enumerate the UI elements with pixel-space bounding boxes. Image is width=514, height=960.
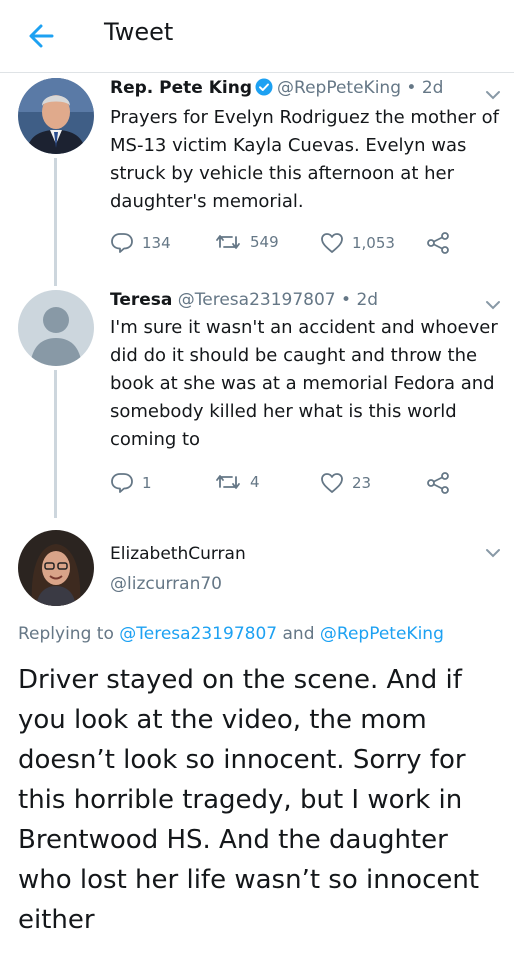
reply-count: 1 xyxy=(142,474,152,492)
like-icon xyxy=(320,232,344,254)
like-button[interactable]: 23 xyxy=(320,472,371,494)
like-count: 1,053 xyxy=(352,234,395,252)
chevron-down-icon[interactable] xyxy=(484,296,502,310)
share-icon xyxy=(426,232,450,254)
author-handle[interactable]: @RepPeteKing xyxy=(277,78,401,98)
retweet-count: 4 xyxy=(250,473,260,491)
back-arrow-icon[interactable] xyxy=(22,18,62,54)
timestamp: • 2d xyxy=(406,78,444,98)
tweet-header: Rep. Pete King @RepPeteKing • 2d xyxy=(110,78,443,101)
tweet-text: I'm sure it wasn't an accident and whoev… xyxy=(110,317,498,450)
like-count: 23 xyxy=(352,474,372,492)
replying-to: Replying to @Teresa23197807 and @RepPete… xyxy=(18,624,444,644)
thread-connector xyxy=(54,158,57,286)
replying-prefix: Replying to xyxy=(18,624,114,644)
reply-icon xyxy=(110,232,134,254)
reply-user-link[interactable]: @RepPeteKing xyxy=(320,624,444,644)
chevron-down-icon[interactable] xyxy=(484,86,502,100)
reply-user-link[interactable]: @Teresa23197807 xyxy=(119,624,277,644)
like-icon xyxy=(320,472,344,494)
share-icon xyxy=(426,472,450,494)
top-bar: Tweet xyxy=(0,0,514,73)
timestamp: • 2d xyxy=(341,290,379,310)
page-title: Tweet xyxy=(104,18,174,46)
share-button[interactable] xyxy=(426,472,450,494)
tweet-text: Prayers for Evelyn Rodriguez the mother … xyxy=(110,107,499,212)
default-avatar-icon[interactable] xyxy=(18,290,94,366)
thread-connector xyxy=(54,370,57,518)
retweet-button[interactable]: 4 xyxy=(214,472,260,492)
author-handle[interactable]: @Teresa23197807 xyxy=(178,290,336,310)
share-button[interactable] xyxy=(426,232,450,254)
avatar[interactable] xyxy=(18,530,94,606)
verified-badge-icon xyxy=(255,78,273,101)
retweet-icon xyxy=(214,232,242,252)
reply-button[interactable]: 1 xyxy=(110,472,152,494)
retweet-button[interactable]: 549 xyxy=(214,232,279,252)
retweet-count: 549 xyxy=(250,233,279,251)
author-name[interactable]: Teresa xyxy=(110,290,172,310)
author-name[interactable]: Rep. Pete King xyxy=(110,78,252,98)
replying-and: and xyxy=(282,624,315,644)
main-author-name[interactable]: ElizabethCurran xyxy=(110,544,246,564)
like-button[interactable]: 1,053 xyxy=(320,232,395,254)
reply-button[interactable]: 134 xyxy=(110,232,171,254)
reply-icon xyxy=(110,472,134,494)
main-tweet-text: Driver stayed on the scene. And if you l… xyxy=(18,665,480,935)
chevron-down-icon[interactable] xyxy=(484,544,502,558)
reply-count: 134 xyxy=(142,234,171,252)
avatar[interactable] xyxy=(18,78,94,154)
tweet-header: Teresa @Teresa23197807 • 2d xyxy=(110,290,378,310)
retweet-icon xyxy=(214,472,242,492)
main-author-handle[interactable]: @lizcurran70 xyxy=(110,574,222,594)
